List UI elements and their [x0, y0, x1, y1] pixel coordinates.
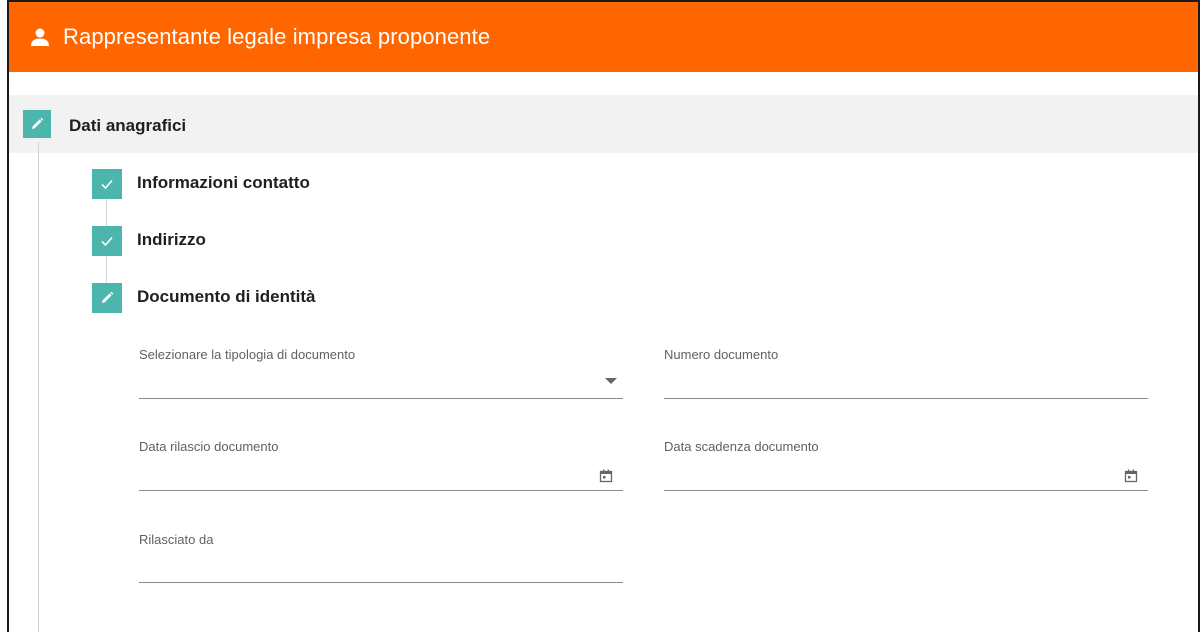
timeline-line [38, 142, 39, 632]
page-title: Rappresentante legale impresa proponente [63, 24, 491, 49]
step-indirizzo[interactable]: Indirizzo [137, 230, 206, 250]
step-informazioni-contatto[interactable]: Informazioni contatto [137, 173, 310, 193]
expiry-date-input[interactable] [664, 490, 1148, 491]
step-documento-identita[interactable]: Documento di identità [137, 287, 316, 307]
step-check-icon[interactable] [92, 226, 122, 256]
user-icon [29, 26, 51, 48]
issued-by-label: Rilasciato da [139, 532, 214, 547]
document-type-label: Selezionare la tipologia di documento [139, 347, 356, 362]
step-check-icon[interactable] [92, 169, 122, 199]
section-header[interactable] [9, 95, 1198, 153]
section-title: Dati anagrafici [69, 116, 187, 135]
calendar-icon[interactable] [599, 469, 613, 483]
document-number-input[interactable] [664, 398, 1148, 399]
calendar-icon[interactable] [1124, 469, 1138, 483]
document-number-label: Numero documento [664, 347, 779, 362]
form-frame: Rappresentante legale impresa proponente… [7, 0, 1200, 632]
step-pencil-icon[interactable] [92, 283, 122, 313]
expiry-date-label: Data scadenza documento [664, 439, 819, 454]
section-pencil-icon[interactable] [23, 110, 51, 138]
chevron-down-icon[interactable] [605, 378, 617, 384]
issue-date-label: Data rilascio documento [139, 439, 279, 454]
issued-by-input[interactable] [139, 582, 623, 583]
document-type-select[interactable] [139, 398, 623, 399]
page-header: Rappresentante legale impresa proponente [9, 2, 1198, 72]
issue-date-input[interactable] [139, 490, 623, 491]
